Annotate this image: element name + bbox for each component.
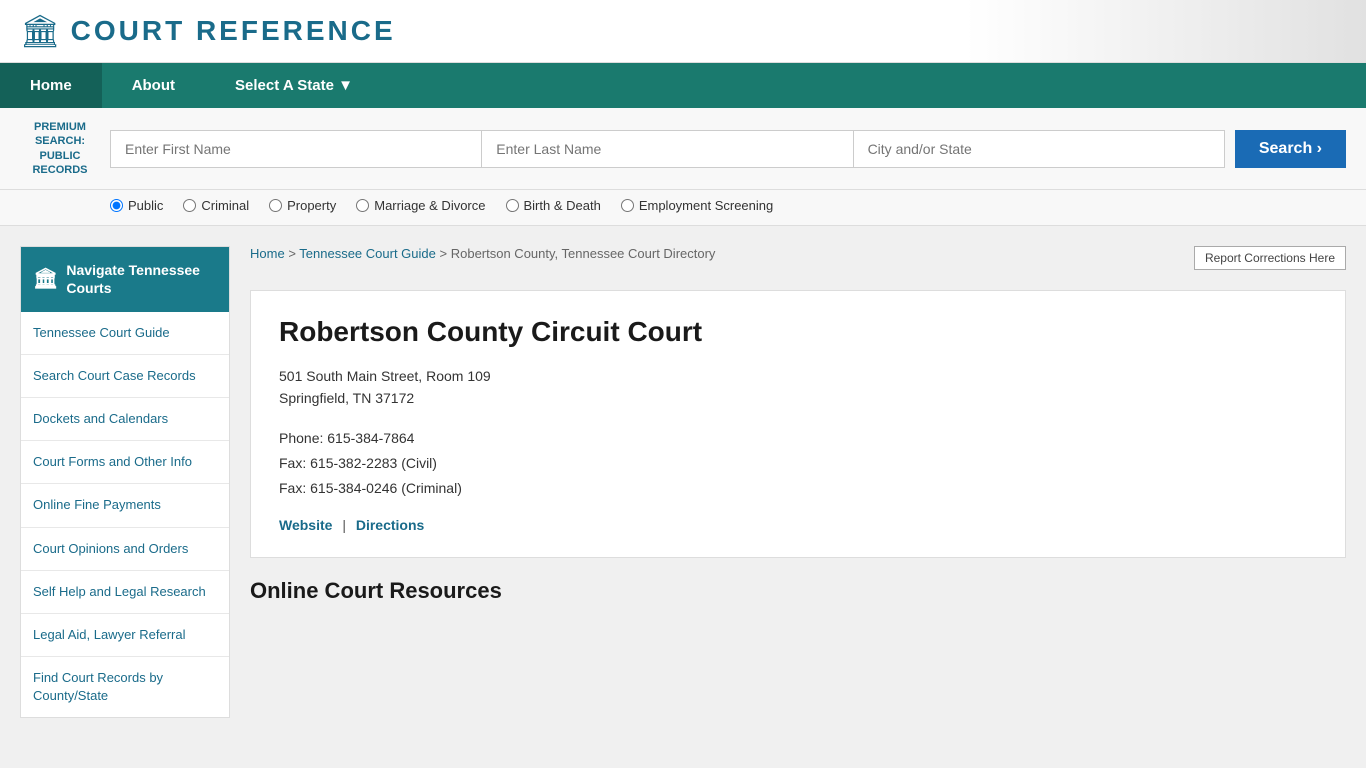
main-nav: Home About Select A State ▼	[0, 63, 1366, 108]
court-title: Robertson County Circuit Court	[279, 315, 1317, 349]
search-inputs	[110, 130, 1225, 168]
header: 🏛 COURT REFERENCE	[0, 0, 1366, 63]
sidebar-item-online-fine[interactable]: Online Fine Payments	[21, 484, 229, 527]
sidebar-item-self-help[interactable]: Self Help and Legal Research	[21, 571, 229, 614]
sidebar-item-court-forms[interactable]: Court Forms and Other Info	[21, 441, 229, 484]
sidebar-nav: 🏛 Navigate Tennessee Courts Tennessee Co…	[20, 246, 230, 718]
city-state-input[interactable]	[853, 130, 1225, 168]
court-contact: Phone: 615-384-7864 Fax: 615-382-2283 (C…	[279, 426, 1317, 502]
court-fax2: Fax: 615-384-0246 (Criminal)	[279, 476, 1317, 501]
first-name-input[interactable]	[110, 130, 481, 168]
search-radio-row: Public Criminal Property Marriage & Divo…	[0, 190, 1366, 226]
main-container: 🏛 Navigate Tennessee Courts Tennessee Co…	[0, 226, 1366, 738]
header-background	[966, 0, 1366, 62]
online-resources-title: Online Court Resources	[250, 578, 1346, 604]
court-address-line2: Springfield, TN 37172	[279, 387, 1317, 409]
sidebar-item-dockets[interactable]: Dockets and Calendars	[21, 398, 229, 441]
radio-property[interactable]: Property	[269, 198, 336, 213]
sidebar-item-find-records[interactable]: Find Court Records by County/State	[21, 657, 229, 717]
court-address: 501 South Main Street, Room 109 Springfi…	[279, 365, 1317, 410]
breadcrumb-guide[interactable]: Tennessee Court Guide	[299, 246, 436, 261]
report-corrections-button[interactable]: Report Corrections Here	[1194, 246, 1346, 270]
radio-birth-death[interactable]: Birth & Death	[506, 198, 601, 213]
sidebar: 🏛 Navigate Tennessee Courts Tennessee Co…	[20, 246, 230, 718]
court-links: Website | Directions	[279, 517, 1317, 533]
search-bar: PREMIUM SEARCH: PUBLIC RECORDS Search ›	[0, 108, 1366, 190]
search-button[interactable]: Search ›	[1235, 130, 1346, 168]
logo-icon: 🏛	[20, 12, 61, 50]
radio-marriage-divorce[interactable]: Marriage & Divorce	[356, 198, 485, 213]
court-card: Robertson County Circuit Court 501 South…	[250, 290, 1346, 558]
sidebar-item-legal-aid[interactable]: Legal Aid, Lawyer Referral	[21, 614, 229, 657]
breadcrumb-current: Robertson County, Tennessee Court Direct…	[451, 246, 716, 261]
logo-text: COURT REFERENCE	[71, 15, 396, 47]
main-content: Report Corrections Here Home > Tennessee…	[250, 246, 1346, 718]
sidebar-item-tn-court-guide[interactable]: Tennessee Court Guide	[21, 312, 229, 355]
last-name-input[interactable]	[481, 130, 852, 168]
premium-label: PREMIUM SEARCH: PUBLIC RECORDS	[20, 120, 100, 177]
breadcrumb: Home > Tennessee Court Guide > Robertson…	[250, 246, 1346, 261]
radio-criminal[interactable]: Criminal	[183, 198, 249, 213]
sidebar-header: 🏛 Navigate Tennessee Courts	[21, 247, 229, 311]
link-separator: |	[342, 517, 346, 533]
court-directions-link[interactable]: Directions	[356, 517, 424, 533]
sidebar-header-icon: 🏛	[33, 266, 58, 292]
radio-employment[interactable]: Employment Screening	[621, 198, 773, 213]
sidebar-item-opinions[interactable]: Court Opinions and Orders	[21, 528, 229, 571]
court-address-line1: 501 South Main Street, Room 109	[279, 365, 1317, 387]
breadcrumb-home[interactable]: Home	[250, 246, 285, 261]
logo[interactable]: 🏛 COURT REFERENCE	[20, 12, 396, 50]
radio-public[interactable]: Public	[110, 198, 163, 213]
court-phone: Phone: 615-384-7864	[279, 426, 1317, 451]
court-website-link[interactable]: Website	[279, 517, 332, 533]
sidebar-header-label: Navigate Tennessee Courts	[66, 261, 217, 297]
sidebar-item-search-records[interactable]: Search Court Case Records	[21, 355, 229, 398]
court-fax1: Fax: 615-382-2283 (Civil)	[279, 451, 1317, 476]
nav-home[interactable]: Home	[0, 63, 102, 108]
nav-about[interactable]: About	[102, 63, 205, 108]
nav-select-state[interactable]: Select A State ▼	[205, 63, 383, 108]
online-resources-section: Online Court Resources	[250, 578, 1346, 604]
